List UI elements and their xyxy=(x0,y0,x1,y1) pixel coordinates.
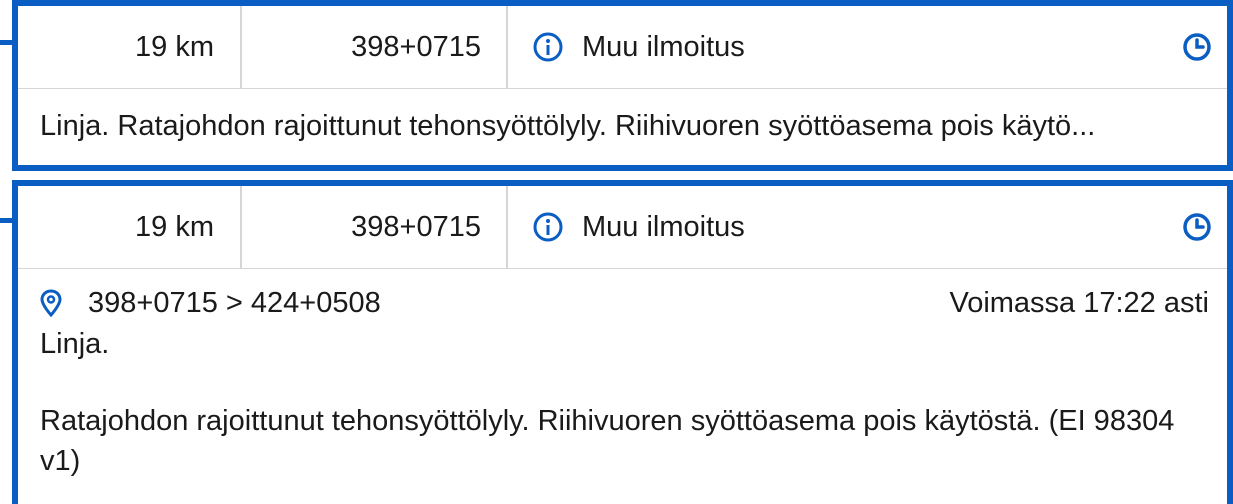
clock-icon[interactable] xyxy=(1181,211,1213,243)
km-position-value: 398+0715 xyxy=(351,210,481,243)
notice-type-cell: Muu ilmoitus xyxy=(508,186,1167,268)
notice-details: 398+0715 > 424+0508 Voimassa 17:22 asti … xyxy=(18,269,1227,481)
info-icon xyxy=(532,31,564,63)
valid-until: Voimassa 17:22 asti xyxy=(949,287,1209,319)
notice-type-label: Muu ilmoitus xyxy=(582,210,745,243)
notice-type-cell: Muu ilmoitus xyxy=(508,6,1167,88)
notice-summary: Linja. Ratajohdon rajoittunut tehonsyött… xyxy=(40,109,1096,142)
km-position-value: 398+0715 xyxy=(351,30,481,63)
notice-list: 19 km 398+0715 Muu ilmoitus Linja. Rataj… xyxy=(0,0,1233,504)
distance-cell: 19 km xyxy=(18,6,242,88)
location-row: 398+0715 > 424+0508 Voimassa 17:22 asti xyxy=(40,283,1209,323)
km-position-cell: 398+0715 xyxy=(242,186,508,268)
location-range: 398+0715 > 424+0508 xyxy=(40,284,381,322)
km-position-cell: 398+0715 xyxy=(242,6,508,88)
info-icon xyxy=(532,211,564,243)
time-cell[interactable] xyxy=(1167,186,1227,268)
map-pin-icon xyxy=(40,289,62,317)
notice-card-expanded[interactable]: 19 km 398+0715 Muu ilmoitus 398+0715 > 4… xyxy=(12,180,1233,504)
distance-value: 19 km xyxy=(135,210,214,243)
clock-icon[interactable] xyxy=(1181,31,1213,63)
notice-header: 19 km 398+0715 Muu ilmoitus xyxy=(18,186,1227,269)
notice-description: Ratajohdon rajoittunut tehonsyöttölyly. … xyxy=(40,405,1175,477)
line-label: Linja. xyxy=(40,328,110,360)
distance-value: 19 km xyxy=(135,30,214,63)
notice-card-collapsed[interactable]: 19 km 398+0715 Muu ilmoitus Linja. Rataj… xyxy=(12,0,1233,171)
notice-type-label: Muu ilmoitus xyxy=(582,30,745,63)
location-range-text: 398+0715 > 424+0508 xyxy=(88,287,381,319)
time-cell[interactable] xyxy=(1167,6,1227,88)
notice-header: 19 km 398+0715 Muu ilmoitus xyxy=(18,6,1227,89)
distance-cell: 19 km xyxy=(18,186,242,268)
